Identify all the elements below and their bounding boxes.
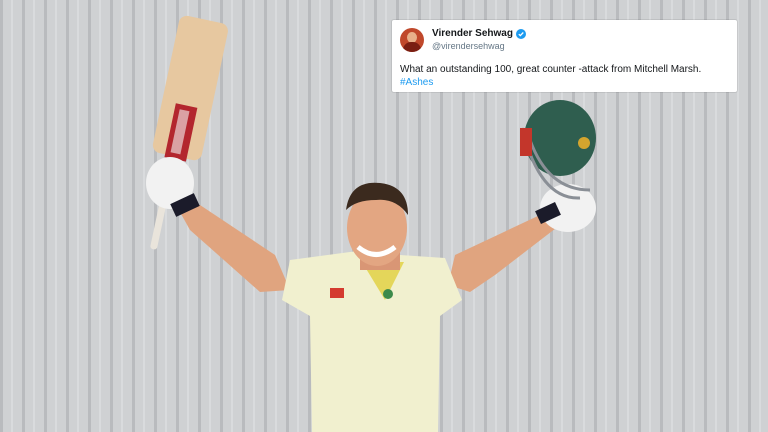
tweet-text: What an outstanding 100, great counter -… — [400, 64, 702, 75]
display-name[interactable]: Virender Sehwag — [432, 28, 513, 40]
tweet-header: Virender Sehwag @virendersehwag — [400, 25, 729, 55]
avatar[interactable] — [400, 28, 424, 52]
verified-badge-icon — [515, 29, 526, 39]
hashtag-link[interactable]: #Ashes — [400, 76, 729, 89]
handle[interactable]: @virendersehwag — [432, 40, 526, 52]
tweet-card[interactable]: Virender Sehwag @virendersehwag What an … — [392, 20, 737, 92]
